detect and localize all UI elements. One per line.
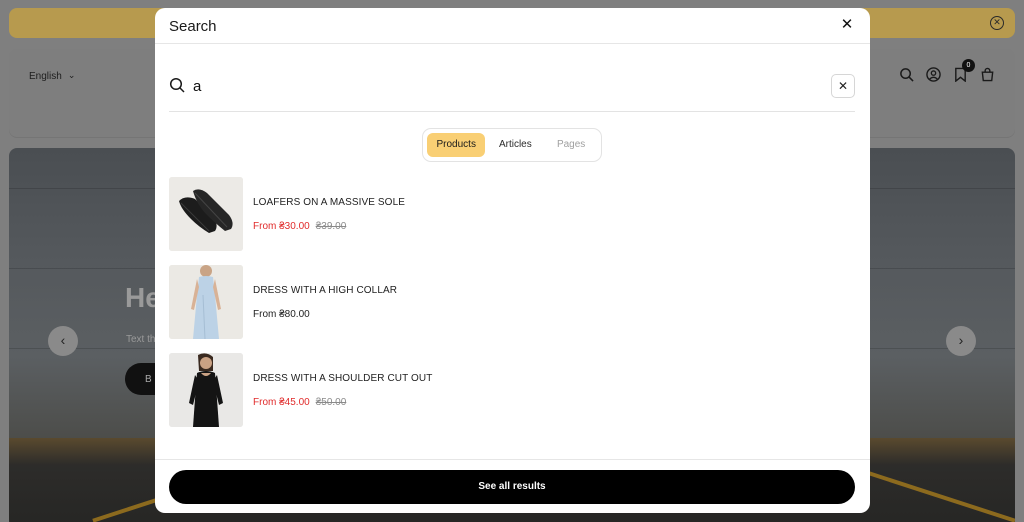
compare-price: ₴39.00 — [315, 221, 347, 232]
search-bar: ✕ — [169, 66, 855, 112]
blue-dress-image — [169, 265, 243, 339]
product-image — [169, 265, 243, 339]
product-image — [169, 177, 243, 251]
modal-title: Search — [169, 18, 217, 35]
see-all-results-button[interactable]: See all results — [169, 470, 855, 504]
clear-search-button[interactable]: ✕ — [831, 74, 855, 98]
search-type-tabs: Products Articles Pages — [422, 128, 602, 162]
product-price: From ₴45.00 ₴50.00 — [253, 397, 346, 408]
compare-price: ₴50.00 — [315, 397, 347, 408]
modal-footer: See all results — [155, 459, 870, 513]
close-icon: ✕ — [837, 79, 849, 93]
product-name: LOAFERS ON A MASSIVE SOLE — [253, 197, 405, 208]
tab-pages[interactable]: Pages — [545, 133, 597, 157]
product-image — [169, 353, 243, 427]
search-result-item[interactable]: LOAFERS ON A MASSIVE SOLE From ₴30.00 ₴39… — [169, 177, 855, 265]
tab-articles[interactable]: Articles — [489, 133, 541, 157]
search-result-item[interactable]: DRESS WITH A HIGH COLLAR From ₴80.00 — [169, 265, 855, 353]
search-modal: Search ✕ ✕ Products Articles Pages LOAFE… — [155, 8, 870, 513]
product-name: DRESS WITH A SHOULDER CUT OUT — [253, 373, 433, 384]
search-result-item[interactable]: DRESS WITH A SHOULDER CUT OUT From ₴45.0… — [169, 353, 855, 441]
close-modal-button[interactable]: ✕ — [839, 17, 855, 33]
modal-header: Search ✕ — [155, 8, 870, 44]
search-input[interactable] — [193, 75, 793, 97]
product-price: From ₴80.00 — [253, 309, 310, 320]
search-results-list: LOAFERS ON A MASSIVE SOLE From ₴30.00 ₴39… — [169, 177, 855, 441]
product-name: DRESS WITH A HIGH COLLAR — [253, 285, 398, 296]
product-price: From ₴30.00 ₴39.00 — [253, 221, 346, 232]
sale-price: From ₴45.00 — [253, 397, 310, 408]
black-dress-image — [169, 353, 243, 427]
search-icon — [169, 77, 185, 93]
close-icon: ✕ — [840, 16, 854, 33]
loafers-image — [169, 177, 243, 251]
tab-products[interactable]: Products — [427, 133, 486, 157]
sale-price: From ₴30.00 — [253, 221, 310, 232]
regular-price: From ₴80.00 — [253, 309, 310, 320]
